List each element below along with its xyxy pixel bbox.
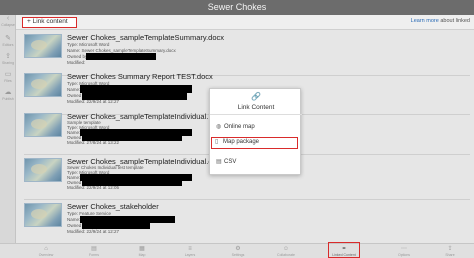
nav-overview[interactable]: ⌂ Overview xyxy=(32,245,60,257)
link-content-popup: 🔗 Link Content ◍ Online map ▯ Map package … xyxy=(209,88,302,175)
learn-more-link[interactable]: Learn more xyxy=(411,18,439,24)
popup-divider xyxy=(210,114,302,115)
share-icon: ⇪ xyxy=(5,53,11,60)
nav-layers[interactable]: ≡ Layers xyxy=(176,245,204,257)
item-title: Sewer Chokes_sampleTemplateSummary.docx xyxy=(67,33,225,42)
nav-settings[interactable]: ⚙ Settings xyxy=(224,245,252,257)
pencil-icon: ✎ xyxy=(5,35,11,42)
rail-files[interactable]: ▭ Files xyxy=(0,71,16,83)
people-icon: ☺ xyxy=(282,246,290,252)
nav-collaborate[interactable]: ☺ Collaborate xyxy=(272,245,300,257)
cloud-icon: ☁ xyxy=(4,89,12,96)
link-icon: 🔗 xyxy=(251,92,261,101)
rail-editors[interactable]: ✎ Editors xyxy=(0,35,16,47)
rail-collapse[interactable]: ‹ Collapse xyxy=(0,15,16,27)
redaction-bar xyxy=(80,174,192,181)
redaction-bar xyxy=(80,216,175,223)
nav-map[interactable]: ▦ Map xyxy=(128,245,156,257)
nav-forms[interactable]: ▤ Forms xyxy=(80,245,108,257)
document-icon: ▤ xyxy=(216,159,222,165)
nav-share[interactable]: ⇪ Share xyxy=(436,245,464,257)
bottom-nav: ⌂ Overview ▤ Forms ▦ Map ≡ Layers ⚙ Settings … xyxy=(0,243,474,258)
redaction-bar xyxy=(86,53,156,60)
item-meta: Name: xyxy=(67,87,81,92)
content-toolbar: + Link content Learn more about linked xyxy=(16,15,474,30)
redaction-bar xyxy=(82,223,150,229)
folder-icon: ▭ xyxy=(4,71,12,78)
redaction-bar xyxy=(82,136,182,141)
left-rail: ‹ Collapse ✎ Editors ⇪ Sharing ▭ Files ☁… xyxy=(0,15,16,243)
option-csv[interactable]: ▤ CSV xyxy=(213,156,299,168)
popup-title: Link Content xyxy=(237,104,275,111)
nav-options[interactable]: ⋯ Options xyxy=(390,245,418,257)
active-tab-highlight xyxy=(328,242,360,258)
item-meta: Modified: 22/9/24 at 12:27 xyxy=(67,229,120,234)
item-meta: Type: Microsoft Word xyxy=(67,42,110,47)
map-icon: ▦ xyxy=(139,246,145,252)
layers-icon: ≡ xyxy=(188,246,192,252)
item-title: Sewer Chokes_stakeholder xyxy=(67,202,159,211)
item-thumbnail xyxy=(24,158,62,182)
list-item[interactable]: Sewer Chokes_stakeholder Type: Feature S… xyxy=(20,200,474,243)
item-title: Sewer Chokes Summary Report TEST.docx xyxy=(67,72,213,81)
option-online-map[interactable]: ◍ Online map xyxy=(213,121,299,133)
item-thumbnail xyxy=(24,113,62,137)
item-thumbnail xyxy=(24,203,62,227)
toolbar-note-text: about linked xyxy=(440,18,470,24)
redaction-bar xyxy=(82,93,187,100)
home-icon: ⌂ xyxy=(44,246,48,252)
redaction-bar xyxy=(80,129,192,136)
share-icon: ⇪ xyxy=(447,246,453,252)
item-meta: Owned by xyxy=(67,54,88,59)
chevron-left-icon: ‹ xyxy=(6,15,10,22)
item-meta: Name: xyxy=(67,217,81,222)
globe-icon: ◍ xyxy=(216,124,222,130)
option-map-package[interactable]: ▯ Map package xyxy=(211,137,298,149)
toolbar-help: Learn more about linked xyxy=(411,18,470,24)
form-icon: ▤ xyxy=(91,246,97,252)
options-icon: ⋯ xyxy=(401,246,407,252)
redaction-bar xyxy=(80,85,192,93)
window-title: Sewer Chokes xyxy=(0,0,474,15)
rail-sharing[interactable]: ⇪ Sharing xyxy=(0,53,16,65)
file-icon: ▯ xyxy=(215,139,219,145)
item-thumbnail xyxy=(24,34,62,58)
item-meta: Modified: xyxy=(67,60,86,65)
rail-publish[interactable]: ☁ Publish xyxy=(0,89,16,101)
gear-icon: ⚙ xyxy=(235,246,241,252)
item-thumbnail xyxy=(24,73,62,97)
redaction-bar xyxy=(82,181,182,186)
link-content-button[interactable]: + Link content xyxy=(22,17,77,28)
